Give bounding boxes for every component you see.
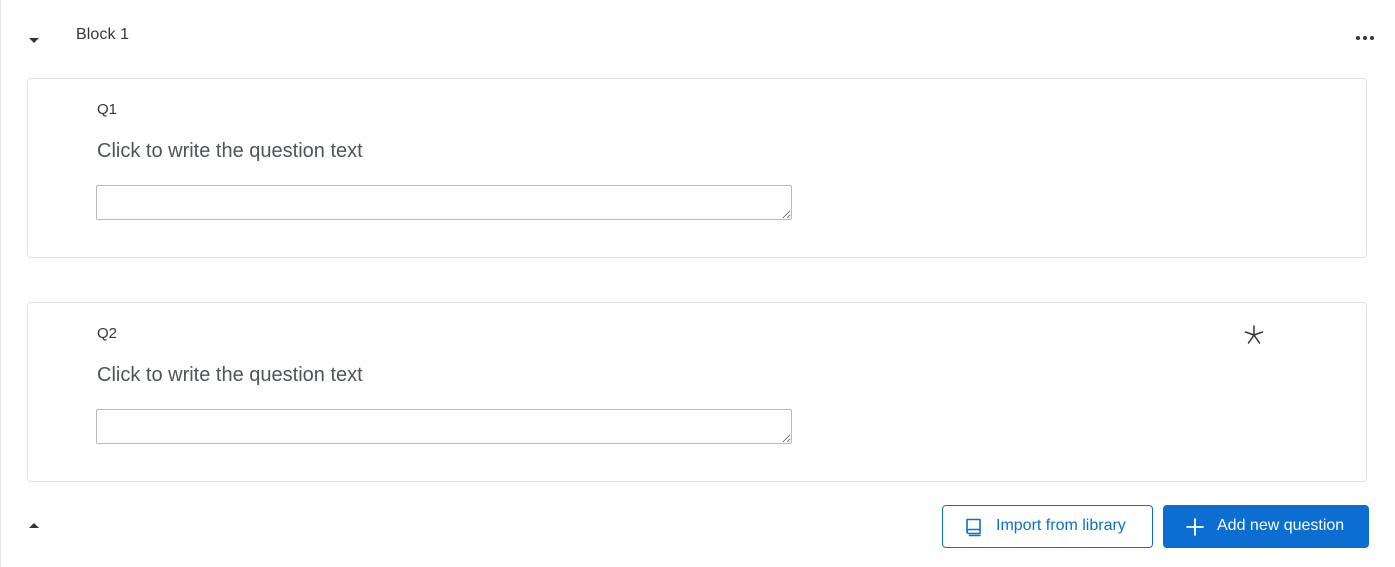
collapse-block-button[interactable] — [25, 30, 45, 46]
add-new-question-button[interactable]: Add new question — [1163, 505, 1369, 548]
block-header: Block 1 — [1, 0, 1395, 70]
collapse-block-bottom-button[interactable] — [25, 518, 45, 534]
question-number: Q1 — [97, 101, 118, 118]
caret-down-icon — [29, 38, 39, 43]
plus-icon — [1186, 518, 1204, 536]
question-text[interactable]: Click to write the question text — [97, 140, 363, 163]
block-title: Block 1 — [76, 26, 130, 43]
survey-block: Block 1 Q1 Click to write the question t… — [0, 0, 1395, 567]
asterisk-icon — [1244, 325, 1264, 344]
answer-text-field[interactable] — [96, 409, 792, 444]
block-options-button[interactable] — [1354, 30, 1380, 46]
question-number: Q2 — [97, 325, 118, 342]
add-question-button-label: Add new question — [1217, 517, 1345, 534]
question-text[interactable]: Click to write the question text — [97, 364, 363, 387]
question-card-q2[interactable]: Q2 Click to write the question text — [27, 302, 1367, 482]
question-card-q1[interactable]: Q1 Click to write the question text — [27, 78, 1367, 258]
answer-text-field[interactable] — [96, 185, 792, 220]
caret-up-icon — [29, 523, 39, 528]
import-button-label: Import from library — [996, 517, 1126, 534]
import-from-library-button[interactable]: Import from library — [942, 505, 1153, 548]
book-icon — [966, 518, 981, 537]
